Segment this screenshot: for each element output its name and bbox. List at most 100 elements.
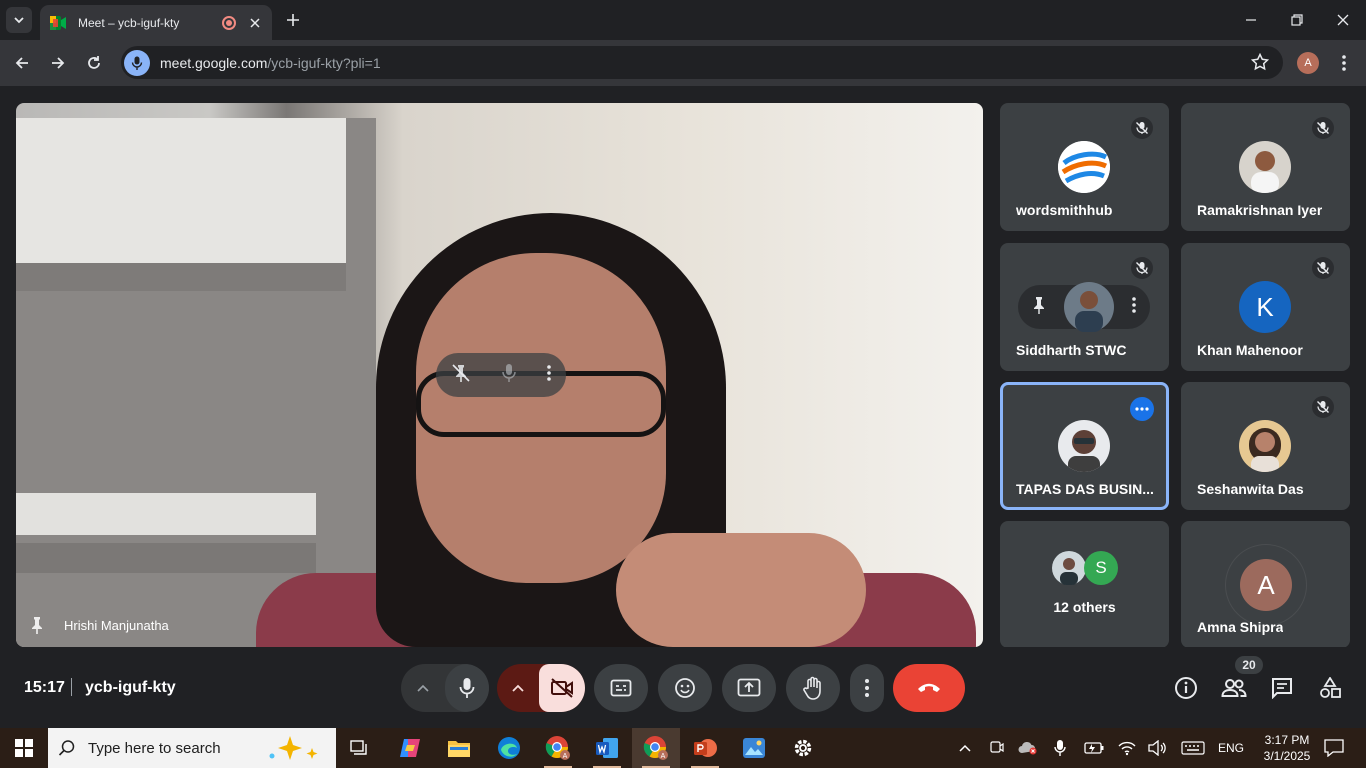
word-icon <box>596 738 618 758</box>
notification-center-button[interactable] <box>1322 736 1346 760</box>
participant-name: Amna Shipra <box>1197 619 1284 635</box>
microphone-toggle-button[interactable] <box>445 664 489 712</box>
taskbar-clock[interactable]: 3:17 PM 3/1/2025 <box>1258 732 1316 764</box>
chrome-icon: A <box>643 736 668 760</box>
svg-text:A: A <box>661 753 666 760</box>
recording-indicator-icon <box>222 15 236 30</box>
microphone-control-group <box>401 664 489 712</box>
participant-tile-active[interactable]: TAPAS DAS BUSIN... <box>1000 382 1169 510</box>
restore-button[interactable] <box>1274 0 1320 40</box>
participant-name: Siddharth STWC <box>1016 342 1127 358</box>
restore-icon <box>1291 14 1303 26</box>
chrome-menu-button[interactable] <box>1334 52 1354 74</box>
info-icon <box>1175 677 1197 699</box>
volume-icon[interactable] <box>1146 738 1168 758</box>
speaker-name: Hrishi Manjunatha <box>64 618 169 633</box>
show-hidden-icons-button[interactable] <box>954 738 976 758</box>
input-language[interactable]: ENG <box>1218 741 1244 755</box>
address-bar[interactable]: meet.google.com/ycb-iguf-kty?pli=1 <box>121 46 1283 79</box>
bookmark-star-icon[interactable] <box>1250 52 1270 76</box>
participant-tile[interactable]: A Amna Shipra <box>1181 521 1350 648</box>
svg-text:A: A <box>563 753 568 760</box>
task-view-button[interactable] <box>336 728 384 768</box>
meeting-details-button[interactable] <box>1172 674 1200 702</box>
close-tab-icon[interactable] <box>248 16 262 30</box>
more-options-icon[interactable] <box>1132 296 1136 318</box>
powerpoint-app[interactable] <box>681 728 729 768</box>
participant-avatar <box>1239 420 1291 472</box>
people-button[interactable] <box>1220 674 1248 702</box>
reactions-button[interactable] <box>658 664 712 712</box>
meeting-clock: 15:17 <box>24 679 65 696</box>
raise-hand-icon <box>803 676 821 700</box>
end-call-icon <box>918 683 940 692</box>
chat-button[interactable] <box>1268 674 1296 702</box>
more-options-button[interactable] <box>850 664 884 712</box>
settings-app[interactable] <box>779 728 827 768</box>
wordsmithhub-logo <box>1058 141 1110 193</box>
microphone-in-use-icon[interactable] <box>1049 738 1071 758</box>
others-avatars: S <box>1052 551 1118 585</box>
participant-tile[interactable]: K Khan Mahenoor <box>1181 243 1350 371</box>
present-screen-button[interactable] <box>722 664 776 712</box>
unpin-icon[interactable] <box>451 363 471 388</box>
new-tab-button[interactable] <box>282 9 304 31</box>
shapes-icon <box>1320 677 1341 698</box>
others-tile[interactable]: S 12 others <box>1000 521 1169 648</box>
start-button[interactable] <box>0 728 48 768</box>
reload-button[interactable] <box>82 51 106 75</box>
microphone-permission-icon[interactable] <box>124 49 150 76</box>
copilot-app[interactable] <box>386 728 434 768</box>
more-options-icon[interactable] <box>547 364 551 386</box>
browser-tab-meet[interactable]: Meet – ycb-iguf-kty <box>40 5 272 40</box>
back-button[interactable] <box>10 51 34 75</box>
tile-hover-controls <box>1018 282 1150 332</box>
network-icon[interactable] <box>1116 738 1138 758</box>
leave-call-button[interactable] <box>893 664 965 712</box>
photos-app[interactable] <box>730 728 778 768</box>
video-hover-controls <box>436 353 566 397</box>
chrome-app-active[interactable]: A <box>632 728 680 768</box>
participant-tile[interactable]: Seshanwita Das <box>1181 382 1350 510</box>
forward-button[interactable] <box>46 51 70 75</box>
word-app[interactable] <box>583 728 631 768</box>
onedrive-icon[interactable] <box>1017 738 1039 758</box>
participant-initial-avatar: K <box>1239 281 1291 333</box>
meet-tray-icon[interactable] <box>986 738 1008 758</box>
participant-tile[interactable]: Ramakrishnan Iyer <box>1181 103 1350 231</box>
chat-icon <box>1272 678 1292 699</box>
audio-settings-chevron[interactable] <box>401 664 445 712</box>
activities-button[interactable] <box>1316 674 1344 702</box>
participant-name: Ramakrishnan Iyer <box>1197 202 1323 218</box>
profile-avatar[interactable]: A <box>1297 52 1319 74</box>
minimize-icon <box>1246 19 1256 21</box>
close-window-button[interactable] <box>1320 0 1366 40</box>
touch-keyboard-icon[interactable] <box>1180 738 1206 758</box>
taskbar-search-box[interactable]: Type here to search <box>48 728 336 768</box>
tab-search-button[interactable] <box>6 7 32 33</box>
browser-toolbar: meet.google.com/ycb-iguf-kty?pli=1 A <box>0 40 1366 86</box>
more-options-icon[interactable] <box>1130 397 1154 421</box>
folder-icon <box>448 741 470 757</box>
camera-toggle-button[interactable] <box>539 664 585 712</box>
participant-count-badge: 20 <box>1235 656 1263 674</box>
edge-app[interactable] <box>485 728 533 768</box>
participant-tile[interactable]: wordsmithhub <box>1000 103 1169 231</box>
microphone-icon[interactable] <box>501 363 517 388</box>
file-explorer-app[interactable] <box>435 728 483 768</box>
chrome-app-profile-a[interactable]: A <box>534 728 582 768</box>
pin-icon[interactable] <box>1032 296 1046 319</box>
url-text: meet.google.com/ycb-iguf-kty?pli=1 <box>160 54 381 71</box>
captions-button[interactable] <box>594 664 648 712</box>
participant-initial-avatar: S <box>1084 551 1118 585</box>
video-settings-chevron[interactable] <box>497 664 539 712</box>
sparkle-icon <box>269 736 318 760</box>
camera-control-group <box>497 664 585 712</box>
main-speaker-video[interactable]: Hrishi Manjunatha <box>16 103 983 647</box>
raise-hand-button[interactable] <box>786 664 840 712</box>
participant-tile[interactable]: Siddharth STWC <box>1000 243 1169 371</box>
minimize-button[interactable] <box>1228 0 1274 40</box>
edge-icon <box>498 737 520 759</box>
battery-icon[interactable] <box>1083 738 1105 758</box>
photos-icon <box>743 738 765 758</box>
